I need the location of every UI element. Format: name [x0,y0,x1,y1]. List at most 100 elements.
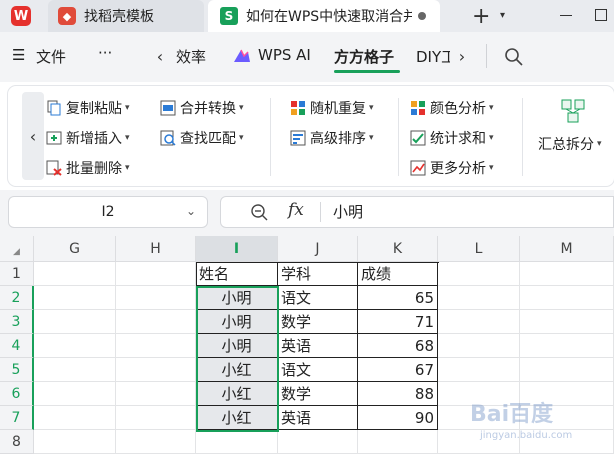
formula-input[interactable] [220,196,614,228]
cell-score[interactable]: 67 [358,358,438,382]
empty-cell[interactable] [520,310,614,334]
empty-cell[interactable] [34,406,116,430]
ribbon-random-repeat[interactable]: 随机重复 ▾ [290,97,374,119]
row-header-6[interactable]: 6 [0,382,34,406]
column-header-g[interactable]: G [34,236,116,262]
select-all-corner[interactable]: ◢ [0,236,34,262]
more-icon[interactable]: ··· [98,44,112,62]
empty-cell[interactable] [116,406,196,430]
ribbon-summary-split[interactable]: 汇总拆分 ▾ [538,133,602,155]
cell-score[interactable]: 68 [358,334,438,358]
cell-name[interactable]: 小明 [196,286,278,310]
ribbon-more-analysis[interactable]: 更多分析 ▾ [410,157,494,179]
name-box[interactable]: I2 [8,196,208,228]
column-header-i[interactable]: I [196,236,278,262]
empty-cell[interactable] [116,262,196,286]
row-header-2[interactable]: 2 [0,286,34,310]
column-header-h[interactable]: H [116,236,196,262]
menu-prev-arrow-icon[interactable]: ‹ [150,44,170,68]
empty-cell[interactable] [520,262,614,286]
tab-docer-templates[interactable]: ◆ 找稻壳模板 [48,0,204,32]
ribbon-copy-paste[interactable]: 复制粘贴 ▾ [46,97,130,119]
empty-cell[interactable] [196,430,278,454]
cell-score[interactable]: 71 [358,310,438,334]
column-header-k[interactable]: K [358,236,438,262]
row-header-4[interactable]: 4 [0,334,34,358]
minimize-icon[interactable] [560,15,572,16]
cell-score[interactable]: 88 [358,382,438,406]
empty-cell[interactable] [520,334,614,358]
empty-cell[interactable] [34,358,116,382]
empty-cell[interactable] [34,262,116,286]
row-header-5[interactable]: 5 [0,358,34,382]
empty-cell[interactable] [116,382,196,406]
cell-subject[interactable]: 语文 [278,286,358,310]
empty-cell[interactable] [520,286,614,310]
row-header-8[interactable]: 8 [0,430,34,454]
empty-cell[interactable] [34,430,116,454]
ribbon-scroll-left-icon[interactable]: ‹ [22,92,44,180]
empty-cell[interactable] [438,286,520,310]
menu-next-arrow-icon[interactable]: › [452,44,472,68]
name-box-dropdown-icon[interactable]: ⌄ [186,204,196,218]
empty-cell[interactable] [116,286,196,310]
cell-name[interactable]: 小红 [196,406,278,430]
ribbon-advanced-sort[interactable]: 高级排序 ▾ [290,127,374,149]
cell-header-name[interactable]: 姓名 [196,262,278,286]
cell-subject[interactable]: 英语 [278,406,358,430]
cell-name[interactable]: 小红 [196,358,278,382]
column-header-m[interactable]: M [520,236,614,262]
cell-score[interactable]: 90 [358,406,438,430]
menu-item-efficiency[interactable]: 效率 [176,46,206,67]
cell-subject[interactable]: 英语 [278,334,358,358]
empty-cell[interactable] [116,430,196,454]
ribbon-find-match[interactable]: 查找匹配 ▾ [160,127,244,149]
ribbon-batch-delete[interactable]: 批量删除 ▾ [46,157,130,179]
ribbon-merge-convert[interactable]: 合并转换 ▾ [160,97,244,119]
tab-document[interactable]: S 如何在WPS中快速取消合并 [208,0,440,32]
empty-cell[interactable] [520,358,614,382]
cell-name[interactable]: 小红 [196,382,278,406]
row-header-1[interactable]: 1 [0,262,34,286]
column-header-j[interactable]: J [278,236,358,262]
empty-cell[interactable] [438,334,520,358]
maximize-icon[interactable] [595,9,607,21]
empty-cell[interactable] [34,382,116,406]
new-tab-button[interactable]: + [472,4,490,29]
cell-subject[interactable]: 语文 [278,358,358,382]
fx-icon[interactable]: fx [288,200,304,220]
menu-item-diy[interactable]: DIY工 [416,46,450,67]
cell-subject[interactable]: 数学 [278,382,358,406]
cell-score[interactable]: 65 [358,286,438,310]
empty-cell[interactable] [278,430,358,454]
wps-home-tab[interactable]: W [0,0,42,32]
empty-cell[interactable] [116,334,196,358]
empty-cell[interactable] [438,262,520,286]
hamburger-icon[interactable]: ☰ [12,46,25,64]
empty-cell[interactable] [358,430,438,454]
new-tab-dropdown-icon[interactable]: ▾ [500,10,505,21]
empty-cell[interactable] [116,358,196,382]
formula-value[interactable]: 小明 [333,201,363,222]
cell-header-score[interactable]: 成绩 [358,262,438,286]
unsaved-dot-icon[interactable] [418,12,426,20]
zoom-icon[interactable] [250,203,268,225]
cell-header-subject[interactable]: 学科 [278,262,358,286]
column-header-l[interactable]: L [438,236,520,262]
cell-subject[interactable]: 数学 [278,310,358,334]
empty-cell[interactable] [116,310,196,334]
empty-cell[interactable] [438,358,520,382]
search-icon[interactable] [504,47,524,67]
cell-name[interactable]: 小明 [196,334,278,358]
row-header-7[interactable]: 7 [0,406,34,430]
empty-cell[interactable] [34,286,116,310]
menu-file[interactable]: 文件 [36,46,66,67]
empty-cell[interactable] [34,310,116,334]
empty-cell[interactable] [438,310,520,334]
ribbon-insert[interactable]: 新增插入 ▾ [46,127,130,149]
menu-item-fangfang[interactable]: 方方格子 [334,46,394,67]
empty-cell[interactable] [34,334,116,358]
menu-item-wps-ai[interactable]: WPS AI [258,46,311,64]
ribbon-color-analysis[interactable]: 颜色分析 ▾ [410,97,494,119]
ribbon-stat-sum[interactable]: 统计求和 ▾ [410,127,494,149]
